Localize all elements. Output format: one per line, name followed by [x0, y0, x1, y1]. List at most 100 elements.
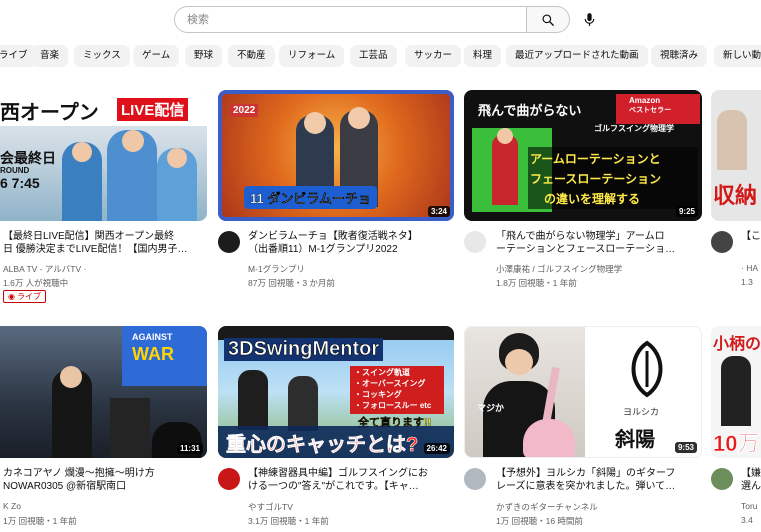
- video-stats: 87万 回視聴・3 か月前: [248, 278, 335, 288]
- thumbnail-text: ROUND: [0, 166, 30, 175]
- video-thumbnail[interactable]: 収納: [711, 90, 761, 221]
- search-button[interactable]: [526, 6, 570, 33]
- thumbnail-text: 10万: [713, 431, 760, 457]
- video-duration: 9:25: [675, 206, 698, 217]
- video-title[interactable]: 【嫌 選ん: [741, 467, 761, 495]
- thumbnail-text: LIVE配信: [117, 98, 189, 121]
- video-duration: 3:24: [427, 206, 450, 217]
- video-duration: 9:53: [674, 442, 697, 453]
- channel-avatar[interactable]: [464, 468, 486, 490]
- video-title[interactable]: 【こ: [741, 230, 761, 258]
- microphone-icon: [584, 13, 595, 26]
- thumbnail-text: AGAINST: [132, 332, 173, 342]
- channel-name[interactable]: K Zo: [3, 501, 208, 511]
- video-title-line: 【最終日LIVE配信】関西オープン最終: [3, 231, 175, 242]
- video-title-line: 選ん: [741, 481, 761, 492]
- video-thumbnail[interactable]: 2022 11 ダンビラムーチョ 3:24: [218, 90, 454, 221]
- video-thumbnail[interactable]: 飛んで曲がらない Amazon ベストセラー ゴルフスイング物理学 アームローテ…: [464, 90, 702, 221]
- video-thumbnail[interactable]: AGAINST WAR 11:31: [0, 326, 207, 458]
- thumbnail-text: WAR: [132, 344, 174, 364]
- channel-name[interactable]: Toru: [741, 501, 761, 511]
- video-stats: 1.3: [741, 277, 753, 287]
- thumbnail-text: Amazon: [629, 96, 661, 105]
- thumbnail-text: 6 7:45: [0, 175, 40, 191]
- video-duration: 26:42: [423, 443, 450, 454]
- chip-baseball[interactable]: 野球: [185, 45, 223, 67]
- video-thumbnail[interactable]: 小柄の 10万: [711, 326, 761, 458]
- thumbnail-text: 飛んで曲がらない: [478, 103, 582, 118]
- chip-mix[interactable]: ミックス: [74, 45, 130, 67]
- channel-name[interactable]: かずきのギターチャンネル: [496, 501, 702, 513]
- channel-name[interactable]: · HA: [741, 263, 761, 273]
- filter-chips: ライブ 音楽 ミックス ゲーム 野球 不動産 リフォーム 工芸品 サッカー 料理…: [0, 45, 761, 67]
- channel-avatar[interactable]: [218, 468, 240, 490]
- video-title[interactable]: 【神練習器具中編】ゴルフスイングにお ける一つの"答え"がこれです。【キャ…: [248, 467, 454, 495]
- chip-new-to-you[interactable]: 新しい動画の発見: [714, 45, 761, 67]
- chip-game[interactable]: ゲーム: [133, 45, 180, 67]
- yorushika-logo: [631, 340, 663, 398]
- thumbnail-text: 収納: [713, 183, 758, 208]
- channel-avatar[interactable]: [711, 231, 733, 253]
- chip-music[interactable]: 音楽: [31, 45, 69, 67]
- channel-name[interactable]: M-1グランプリ: [248, 263, 454, 275]
- video-stats: 1.6万 人が視聴中: [3, 278, 69, 288]
- video-thumbnail[interactable]: 3DSwingMentor ・スイング軌道 ・オーバースイング ・コッキング ・…: [218, 326, 454, 458]
- thumbnail-text: 会最終日: [0, 150, 56, 166]
- video-title[interactable]: 【予想外】ヨルシカ「斜陽」のギターフ レーズに意表を突かれました。弾いて…: [496, 467, 702, 495]
- video-title-line: NOWAR0305 @新宿駅南口: [3, 481, 127, 492]
- video-title-line: ダンビラムーチョ【敗者復活戦ネタ】: [248, 231, 418, 242]
- video-thumbnail[interactable]: マジか ヨルシカ 斜陽 9:53: [464, 326, 702, 458]
- video-stats: 1.8万 回視聴・1 年前: [496, 278, 577, 288]
- video-stats: 3.1万 回視聴・1 年前: [248, 516, 329, 526]
- thumbnail-text: 3DSwingMentor: [224, 338, 384, 361]
- thumbnail-text: マジか: [477, 403, 505, 413]
- chip-soccer[interactable]: サッカー: [405, 45, 462, 67]
- channel-avatar[interactable]: [218, 231, 240, 253]
- thumbnail-text: 重心のキャッチとは?: [226, 434, 419, 457]
- video-title-line: 日 優勝決定までLIVE配信！【国内男子…: [3, 244, 188, 255]
- video-title-line: 【こ: [741, 231, 761, 242]
- thumbnail-text: フェースローテーション: [530, 172, 662, 186]
- search-icon: [542, 13, 554, 26]
- channel-name[interactable]: ALBA TV - アルバTV ·: [3, 263, 208, 275]
- video-stats: 3.4: [741, 515, 753, 525]
- video-title[interactable]: ダンビラムーチョ【敗者復活戦ネタ】 （出番順11）M-1グランプリ2022: [248, 230, 454, 258]
- video-duration: 11:31: [176, 443, 203, 454]
- thumbnail-text: ・オーバースイング: [354, 379, 426, 388]
- thumbnail-text: 11 ダンビラムーチョ: [244, 186, 377, 209]
- channel-avatar[interactable]: [464, 231, 486, 253]
- video-stats: 1万 回視聴・16 時間前: [496, 516, 583, 526]
- video-title[interactable]: 「飛んで曲がらない物理学」アームロ ーテーションとフェースローテーショ…: [496, 230, 702, 258]
- thumbnail-text: ・スイング軌道: [354, 368, 410, 377]
- voice-search-button[interactable]: [576, 6, 603, 33]
- thumbnail-text: ・コッキング: [354, 390, 402, 399]
- chip-crafts[interactable]: 工芸品: [350, 45, 397, 67]
- search-bar: [174, 6, 570, 33]
- thumbnail-text: ゴルフスイング物理学: [594, 124, 674, 133]
- chip-real-estate[interactable]: 不動産: [228, 45, 275, 67]
- video-title-line: ーテーションとフェースローテーショ…: [496, 244, 676, 255]
- video-title-line: 【嫌: [741, 468, 761, 479]
- chip-cooking[interactable]: 料理: [464, 45, 502, 67]
- video-title-line: 【予想外】ヨルシカ「斜陽」のギターフ: [496, 468, 676, 479]
- video-thumbnail[interactable]: 西オープン LIVE配信 会最終日 ROUND 6 7:45: [0, 90, 207, 221]
- thumbnail-text: アームローテーションと: [530, 152, 661, 166]
- channel-name[interactable]: やすゴルTV: [248, 501, 454, 513]
- search-input[interactable]: [174, 6, 526, 33]
- thumbnail-text: 西オープン: [0, 102, 99, 124]
- video-title-line: カネコアヤノ 爛漫〜抱擁〜明け方: [3, 468, 155, 479]
- video-title[interactable]: カネコアヤノ 爛漫〜抱擁〜明け方 NOWAR0305 @新宿駅南口: [3, 467, 208, 495]
- channel-name[interactable]: 小澤康祐 / ゴルフスイング物理学: [496, 263, 702, 275]
- chip-recently-uploaded[interactable]: 最近アップロードされた動画: [506, 45, 648, 67]
- thumbnail-text: 小柄の: [713, 336, 761, 353]
- chip-watched[interactable]: 視聴済み: [651, 45, 708, 67]
- video-title-line: レーズに意表を突かれました。弾いて…: [496, 481, 676, 492]
- thumbnail-text: ・フォロースルー etc: [354, 401, 432, 410]
- video-title[interactable]: 【最終日LIVE配信】関西オープン最終 日 優勝決定までLIVE配信！【国内男子…: [3, 230, 208, 258]
- thumbnail-text: ベストセラー: [629, 107, 672, 114]
- channel-avatar[interactable]: [711, 468, 733, 490]
- live-badge: ◉ ライブ: [3, 290, 46, 303]
- chip-reform[interactable]: リフォーム: [279, 45, 345, 67]
- thumbnail-text: 2022: [230, 104, 259, 117]
- thumbnail-text: ヨルシカ: [623, 407, 660, 417]
